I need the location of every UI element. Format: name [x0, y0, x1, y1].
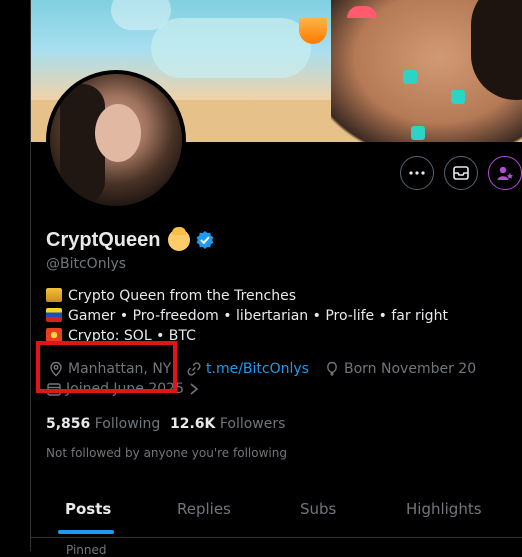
avatar-photo [50, 74, 182, 206]
tab-subs[interactable]: Subs [300, 500, 336, 518]
balloon-icon [327, 361, 337, 376]
link-text[interactable]: t.me/BitcOnlys [206, 361, 309, 377]
profile-link[interactable]: t.me/BitcOnlys [186, 361, 309, 377]
bio-line-1: Crypto Queen from the Trenches [46, 288, 296, 304]
display-name: CryptQueen [46, 229, 161, 251]
crown-icon [46, 288, 62, 302]
subscribe-button[interactable] [488, 156, 522, 190]
tabs-divider [31, 537, 522, 538]
followers-count: 12.6K [170, 416, 216, 432]
avatar-face [95, 104, 141, 162]
followed-by-note: Not followed by anyone you're following [46, 446, 287, 460]
tab-posts[interactable]: Posts [65, 500, 111, 518]
link-icon [187, 362, 201, 376]
left-rail [0, 0, 30, 551]
banner-logo-mark [403, 70, 417, 84]
collision-icon [46, 328, 62, 342]
pinned-label: Pinned [66, 543, 107, 557]
banner-drink [299, 18, 327, 44]
more-icon [409, 171, 425, 175]
banner-logo-mark [411, 126, 425, 140]
following-stat[interactable]: 5,856 Following [46, 416, 160, 432]
flag-icon [46, 308, 62, 322]
message-button[interactable] [444, 156, 478, 190]
banner-cloud [151, 18, 311, 78]
tab-replies[interactable]: Replies [177, 500, 231, 518]
followers-stat[interactable]: 12.6K Followers [170, 416, 285, 432]
following-label: Following [94, 416, 161, 432]
profile-birthdate: Born November 20 [324, 361, 476, 377]
followers-label: Followers [219, 416, 286, 432]
verified-icon[interactable] [195, 230, 215, 250]
subscribe-icon [497, 166, 513, 180]
blonde-person-emoji-icon [168, 227, 190, 251]
avatar[interactable] [46, 70, 186, 210]
bio-line-2: Gamer • Pro-freedom • libertarian • Pro-… [46, 308, 448, 324]
banner-logo-mark [451, 90, 465, 104]
location-highlight-box [36, 341, 177, 393]
following-count: 5,856 [46, 416, 91, 432]
more-button[interactable] [400, 156, 434, 190]
chevron-right-icon[interactable] [188, 382, 200, 396]
handle: @BitcOnlys [46, 256, 127, 272]
message-icon [453, 166, 469, 180]
active-tab-indicator [58, 530, 114, 534]
tab-highlights[interactable]: Highlights [406, 500, 482, 518]
born-text: Born November 20 [344, 361, 477, 377]
banner-umbrella [347, 6, 377, 18]
